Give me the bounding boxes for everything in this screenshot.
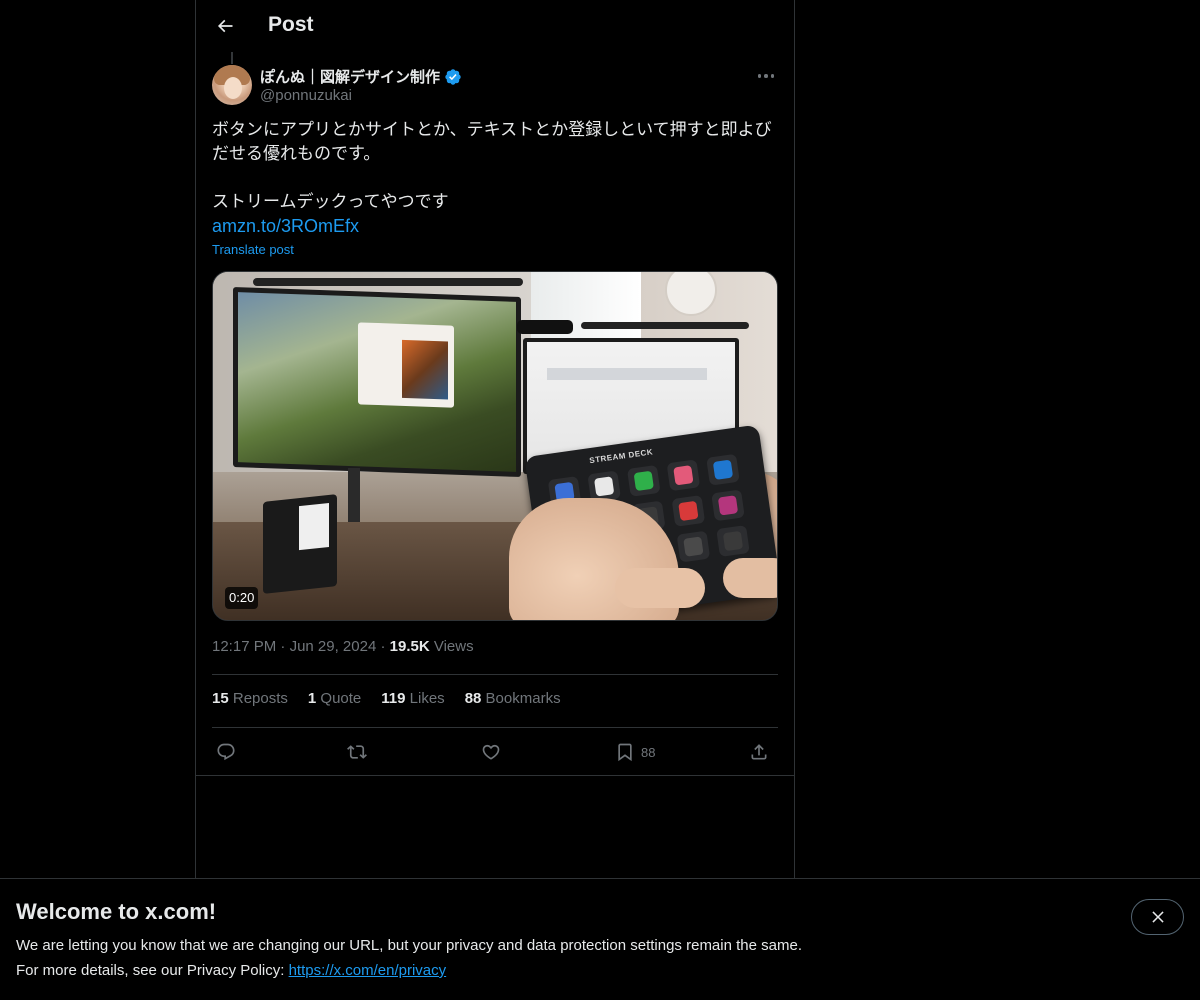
media-deck-key-icon — [593, 476, 615, 497]
media-router — [263, 494, 337, 594]
media-deck-key — [666, 459, 701, 492]
media-deck-key-icon — [633, 470, 654, 492]
media-monitor-screen — [238, 292, 516, 472]
media-monitor-stand — [348, 468, 360, 528]
avatar-face — [224, 77, 242, 99]
meta-separator: · — [280, 638, 290, 655]
bookmarks-stat[interactable]: 88 Bookmarks — [465, 690, 561, 707]
views-count: 19.5K — [389, 638, 430, 655]
close-banner-button[interactable] — [1131, 899, 1184, 935]
video-duration-badge: 0:20 — [225, 587, 259, 609]
media-thumb — [615, 568, 705, 608]
media-deck-brand: STREAM DECK — [588, 447, 654, 466]
action-bar: 88 — [212, 740, 778, 764]
reply-button[interactable] — [216, 740, 236, 764]
post-text-line1: ボタンにアプリとかサイトとか、テキストとか登録しといて押すと即よびだせる優れもの… — [212, 120, 772, 164]
page-title: Post — [268, 13, 314, 36]
reposts-stat[interactable]: 15 Reposts — [212, 690, 288, 707]
divider — [196, 775, 794, 776]
more-dot-icon — [770, 74, 775, 78]
bookmark-count: 88 — [641, 744, 656, 760]
bookmark-icon — [618, 743, 632, 762]
translate-post-link[interactable]: Translate post — [212, 242, 294, 257]
media-deck-key — [716, 525, 750, 557]
reply-icon — [217, 743, 235, 761]
divider — [212, 727, 778, 728]
video-thumbnail[interactable]: STREAM DECK 0:20 — [212, 271, 778, 621]
post-text: ボタンにアプリとかサイトとか、テキストとか登録しといて押すと即よびだせる優れもの… — [212, 118, 778, 239]
post-text-line2: ストリームデックってやつです — [212, 192, 449, 212]
share-button[interactable] — [749, 740, 769, 764]
media-screen-bar — [547, 368, 707, 380]
media-deck-key-icon — [673, 465, 694, 486]
author-name-text: ぽんぬ｜図解デザイン制作 — [260, 69, 441, 86]
likes-stat[interactable]: 119 Likes — [381, 690, 444, 707]
post-link[interactable]: amzn.to/3ROmEfx — [212, 216, 359, 236]
heart-icon — [482, 744, 500, 760]
repost-icon — [347, 745, 367, 759]
divider — [212, 674, 778, 675]
media-deck-key-icon — [722, 530, 744, 552]
author-row: ぽんぬ｜図解デザイン制作 @ponnuzukai — [212, 64, 778, 106]
media-deck-key — [711, 489, 745, 522]
media-deck-key — [676, 530, 711, 563]
thread-connector — [231, 52, 233, 64]
more-dot-icon — [757, 74, 762, 78]
verified-badge-icon — [444, 68, 462, 86]
media-monitor-lamp — [581, 322, 749, 329]
media-hand — [723, 558, 777, 598]
post-header: Post — [196, 0, 794, 53]
more-options-button[interactable] — [754, 66, 778, 86]
quotes-stat[interactable]: 1 Quote — [308, 690, 361, 707]
views-label: Views — [433, 638, 474, 655]
media-dialog — [358, 322, 454, 408]
author-name[interactable]: ぽんぬ｜図解デザイン制作 — [260, 66, 462, 87]
banner-text-prefix: For more details, see our Privacy Policy… — [16, 962, 289, 979]
repost-button[interactable] — [347, 740, 367, 764]
media-deck-key-icon — [717, 495, 739, 516]
media-monitor-lamp — [253, 278, 523, 286]
media-deck-key — [706, 453, 740, 486]
meta-separator: · — [380, 638, 390, 655]
media-router-label — [299, 502, 329, 551]
primary-column: Post ぽんぬ｜図解デザイン制作 @ponnuzukai ボタンにアプリとかサ… — [195, 0, 795, 1000]
more-dot-icon — [764, 74, 768, 78]
media-deck-key — [626, 464, 661, 497]
banner-text: We are letting you know that we are chan… — [16, 937, 802, 954]
media-deck-key-icon — [712, 459, 734, 480]
arrow-left-icon — [217, 19, 233, 33]
bookmark-button[interactable]: 88 — [615, 740, 655, 764]
like-button[interactable] — [481, 740, 501, 764]
post-date[interactable]: Jun 29, 2024 — [290, 638, 377, 655]
media-deck-key-icon — [683, 536, 704, 557]
post-time[interactable]: 12:17 PM — [212, 638, 276, 655]
media-webcam — [517, 320, 573, 334]
media-deck-key — [671, 494, 706, 527]
avatar[interactable] — [212, 65, 252, 105]
privacy-policy-link[interactable]: https://x.com/en/privacy — [289, 962, 447, 979]
back-button[interactable] — [208, 9, 242, 43]
banner-title: Welcome to x.com! — [16, 899, 217, 924]
close-icon — [1151, 911, 1164, 923]
media-deck-key-icon — [678, 500, 699, 522]
media-monitor — [233, 286, 521, 478]
post-meta: 12:17 PM · Jun 29, 2024 · 19.5K Views — [212, 638, 474, 655]
author-handle[interactable]: @ponnuzukai — [260, 87, 352, 104]
post-blank-line — [212, 166, 778, 190]
welcome-banner: Welcome to x.com! We are letting you kno… — [0, 878, 1200, 1000]
media-artwork — [402, 339, 448, 400]
post-stats: 15 Reposts 1 Quote 119 Likes 88 Bookmark… — [212, 690, 561, 707]
share-icon — [751, 744, 767, 760]
banner-text: For more details, see our Privacy Policy… — [16, 962, 446, 979]
